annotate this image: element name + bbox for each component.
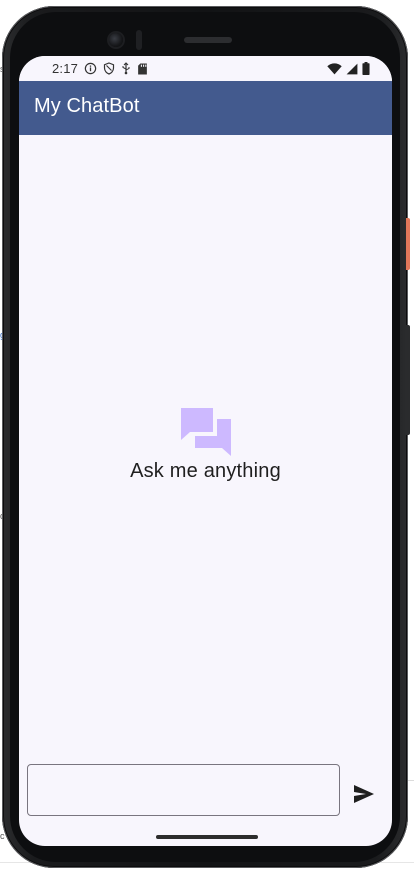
cell-signal-icon <box>346 63 358 75</box>
status-bar: 2:17 <box>19 56 392 81</box>
wifi-icon <box>327 62 342 75</box>
status-right <box>327 62 370 75</box>
chat-bubbles-icon <box>180 408 231 456</box>
message-composer <box>27 764 384 818</box>
info-icon <box>84 62 97 75</box>
power-button[interactable] <box>406 218 410 270</box>
battery-icon <box>362 62 370 75</box>
status-time: 2:17 <box>52 61 79 76</box>
send-button[interactable] <box>347 774 381 808</box>
page: s g c c 2:17 <box>0 0 414 869</box>
front-camera <box>109 33 123 47</box>
app-title: My ChatBot <box>34 95 140 117</box>
app-bar: My ChatBot <box>19 81 392 135</box>
empty-state: Ask me anything <box>19 406 392 483</box>
volume-button[interactable] <box>406 325 410 435</box>
shield-icon <box>103 62 115 75</box>
proximity-sensor <box>136 30 142 50</box>
empty-state-message: Ask me anything <box>130 460 281 482</box>
home-indicator[interactable] <box>156 835 258 839</box>
earpiece-speaker <box>184 37 232 43</box>
message-input[interactable] <box>27 764 340 816</box>
send-icon <box>354 784 374 803</box>
usb-icon <box>121 62 131 75</box>
phone-screen: 2:17 My ChatBot Ask me anything <box>19 56 392 846</box>
status-left: 2:17 <box>52 61 148 76</box>
sd-card-icon <box>137 63 148 75</box>
background-divider <box>408 780 414 781</box>
